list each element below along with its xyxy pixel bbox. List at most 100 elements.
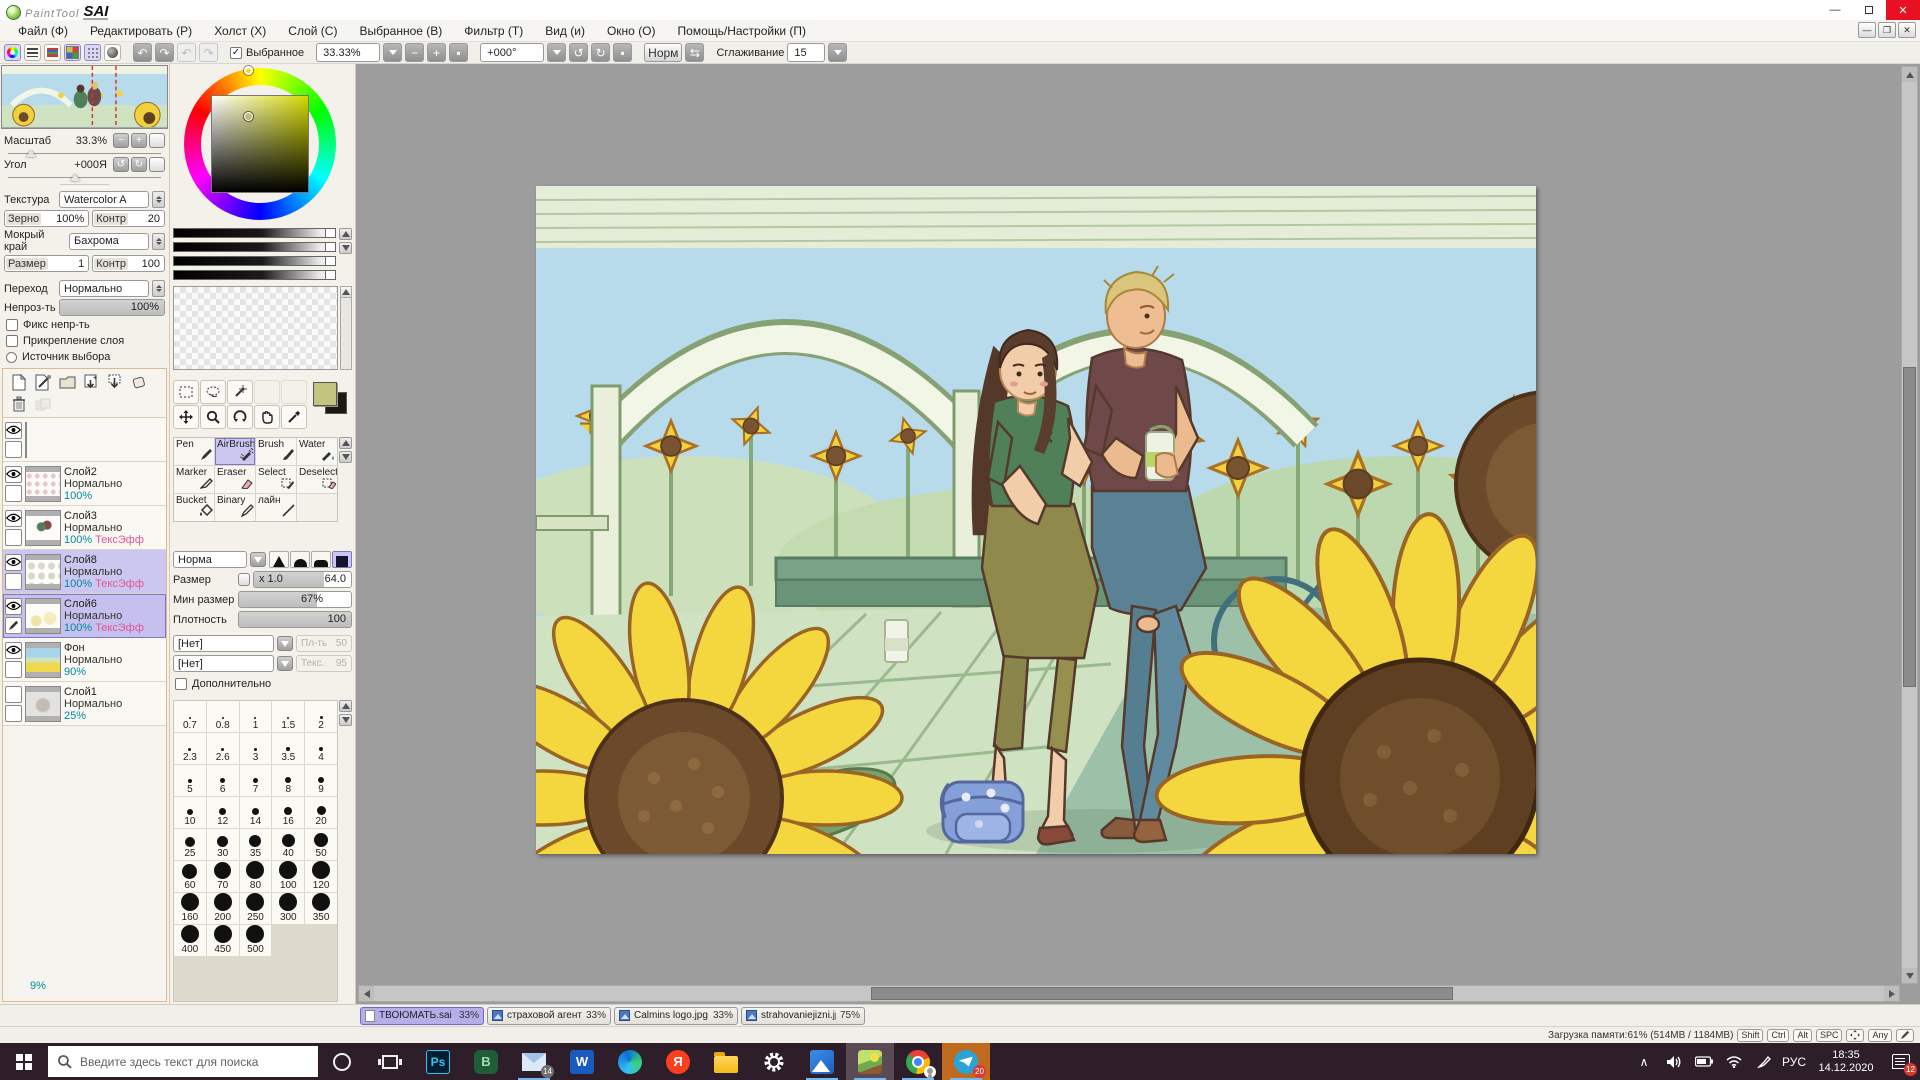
density-slider[interactable]: 100 bbox=[238, 611, 352, 628]
taskbar-photoshop[interactable]: Ps bbox=[414, 1043, 462, 1080]
mixer-scroll-up-button[interactable] bbox=[339, 228, 352, 240]
angle-value-field[interactable]: +000° bbox=[480, 43, 545, 62]
layer-hidden-checkbox[interactable] bbox=[5, 685, 22, 703]
brush-size-preset[interactable]: 3.5 bbox=[272, 733, 305, 764]
brush-size-preset[interactable]: 12 bbox=[206, 797, 239, 828]
layer-extra-checkbox[interactable] bbox=[5, 660, 22, 678]
brush-texture-slot2-select[interactable]: [Нет] bbox=[173, 655, 274, 672]
move-tool[interactable] bbox=[173, 405, 199, 429]
menu-selection[interactable]: Выбранное (В) bbox=[349, 22, 452, 40]
brush-size-preset[interactable]: 16 bbox=[272, 797, 305, 828]
brush-size-preset[interactable]: 450 bbox=[206, 925, 239, 956]
brush-size-preset[interactable]: 50 bbox=[305, 829, 337, 860]
canvas-area[interactable] bbox=[356, 64, 1920, 1004]
layer-row-sloy3[interactable]: Слой3 Нормально 100% ТексЭфф bbox=[3, 506, 166, 550]
grain-contrast-field[interactable]: Контр 20 bbox=[92, 210, 165, 227]
custom-palette-panel-button[interactable] bbox=[84, 44, 101, 61]
brush-size-preset[interactable]: 5 bbox=[174, 765, 206, 796]
tray-battery[interactable] bbox=[1690, 1043, 1718, 1080]
clip-layer-checkbox[interactable]: Прикрепление слоя bbox=[0, 333, 169, 349]
tool-line[interactable]: лайн bbox=[256, 494, 296, 521]
menu-window[interactable]: Окно (О) bbox=[597, 22, 666, 40]
doc-close-button[interactable]: ✕ bbox=[1898, 22, 1916, 38]
canvas-horizontal-scrollbar[interactable] bbox=[358, 985, 1900, 1002]
brush-size-preset[interactable]: 1 bbox=[239, 701, 272, 732]
taskbar-mail[interactable]: 14 bbox=[510, 1043, 558, 1080]
wet-edge-select[interactable]: Бахрома bbox=[69, 232, 149, 250]
mixer-bar[interactable] bbox=[173, 270, 336, 280]
brush-edge-flat-button[interactable] bbox=[311, 551, 331, 568]
close-button[interactable]: ✕ bbox=[1886, 0, 1920, 20]
tool-brush[interactable]: Brush bbox=[256, 438, 296, 465]
brush-edge-square-button[interactable] bbox=[332, 551, 352, 568]
menu-file[interactable]: Файл (Ф) bbox=[8, 22, 78, 40]
menu-layer[interactable]: Слой (С) bbox=[278, 22, 347, 40]
layer-extra-checkbox[interactable] bbox=[5, 528, 22, 546]
toolgrid-scroll-up-button[interactable] bbox=[339, 437, 352, 449]
advanced-settings-checkbox[interactable]: Дополнительно bbox=[173, 676, 352, 692]
tray-language[interactable]: РУС bbox=[1780, 1043, 1808, 1080]
taskbar-yandex[interactable]: Я bbox=[654, 1043, 702, 1080]
layer-visible-checkbox[interactable] bbox=[5, 553, 22, 571]
brush-size-preset[interactable]: 100 bbox=[272, 861, 305, 892]
layer-row-sloy7[interactable]: Слой7 Экран 9% bbox=[3, 418, 166, 992]
mixer-bar[interactable] bbox=[173, 256, 336, 266]
scale-slider[interactable] bbox=[8, 149, 161, 157]
normal-view-button[interactable]: Норм bbox=[644, 43, 683, 62]
start-button[interactable] bbox=[0, 1043, 48, 1080]
layer-paint-target-checkbox[interactable] bbox=[5, 616, 22, 634]
brush-size-preset[interactable]: 4 bbox=[305, 733, 337, 764]
doc-tab-strahovoy-agent[interactable]: страховой агент 2.jpg 33% bbox=[487, 1006, 611, 1025]
doc-tab-tvoyumat[interactable]: ТВОЮМАТЬ.sai 33% bbox=[360, 1006, 484, 1025]
brush-edge-soft-button[interactable] bbox=[290, 551, 310, 568]
selection-visible-checkbox[interactable]: ✓ Выбранное bbox=[230, 46, 304, 59]
color-wheel-panel-button[interactable] bbox=[4, 44, 21, 61]
brush-edge-hard-button[interactable] bbox=[269, 551, 289, 568]
fix-opacity-checkbox[interactable]: Фикс непр-ть bbox=[0, 317, 169, 333]
taskbar-explorer[interactable] bbox=[702, 1043, 750, 1080]
layer-opacity-slider[interactable]: 100% bbox=[59, 299, 165, 316]
tool-select-pen[interactable]: Select bbox=[256, 466, 296, 493]
notification-center-button[interactable]: 12 bbox=[1884, 1043, 1918, 1080]
brush-size-preset[interactable]: 8 bbox=[272, 765, 305, 796]
layer-row-fon[interactable]: Фон Нормально 90% bbox=[3, 638, 166, 682]
menu-canvas[interactable]: Холст (Х) bbox=[204, 22, 276, 40]
undo-button[interactable]: ↶ bbox=[133, 43, 152, 62]
menu-help[interactable]: Помощь/Настройки (П) bbox=[668, 22, 816, 40]
hsv-sliders-panel-button[interactable] bbox=[44, 44, 61, 61]
brush-size-preset[interactable]: 2.6 bbox=[206, 733, 239, 764]
new-vector-layer-button[interactable] bbox=[33, 373, 53, 391]
layer-row-sloy8[interactable]: Слой8 Нормально 100% ТексЭфф bbox=[3, 550, 166, 594]
texture-spinner[interactable] bbox=[152, 191, 165, 208]
color-wheel[interactable] bbox=[173, 66, 352, 224]
new-layer-button[interactable] bbox=[9, 373, 29, 391]
slot2-dropdown-button[interactable] bbox=[277, 656, 293, 671]
menu-filter[interactable]: Фильтр (Т) bbox=[454, 22, 533, 40]
angle-ccw-button[interactable]: ↺ bbox=[113, 157, 129, 172]
brush-size-preset[interactable]: 120 bbox=[305, 861, 337, 892]
new-folder-button[interactable] bbox=[57, 373, 77, 391]
brush-size-preset[interactable]: 10 bbox=[174, 797, 206, 828]
angle-slider[interactable] bbox=[8, 173, 161, 181]
layer-visible-checkbox[interactable] bbox=[5, 597, 22, 615]
brush-size-preset[interactable]: 0.7 bbox=[174, 701, 206, 732]
brush-size-preset[interactable]: 70 bbox=[206, 861, 239, 892]
angle-cw-button[interactable]: ↻ bbox=[131, 157, 147, 172]
taskbar-sai-active[interactable] bbox=[846, 1043, 894, 1080]
brush-size-preset[interactable]: 6 bbox=[206, 765, 239, 796]
brush-size-preset[interactable]: 250 bbox=[239, 893, 272, 924]
taskbar-settings[interactable] bbox=[750, 1043, 798, 1080]
tool-bucket[interactable]: Bucket bbox=[174, 494, 214, 521]
doc-restore-button[interactable]: ❐ bbox=[1878, 22, 1896, 38]
wet-size-field[interactable]: Размер 1 bbox=[4, 255, 90, 272]
brush-size-preset[interactable]: 500 bbox=[239, 925, 272, 956]
minimize-button[interactable]: — bbox=[1818, 0, 1852, 20]
tray-volume[interactable] bbox=[1660, 1043, 1688, 1080]
brush-texture-slot1-select[interactable]: [Нет] bbox=[173, 635, 274, 652]
canvas-vertical-scrollbar[interactable] bbox=[1901, 66, 1918, 984]
brush-size-preset[interactable]: 200 bbox=[206, 893, 239, 924]
tray-wifi[interactable] bbox=[1720, 1043, 1748, 1080]
angle-reset-button[interactable]: ▪ bbox=[613, 43, 633, 62]
clear-layer-button[interactable] bbox=[129, 373, 149, 391]
brush-size-slider[interactable]: x 1.0 64.0 bbox=[253, 571, 352, 588]
